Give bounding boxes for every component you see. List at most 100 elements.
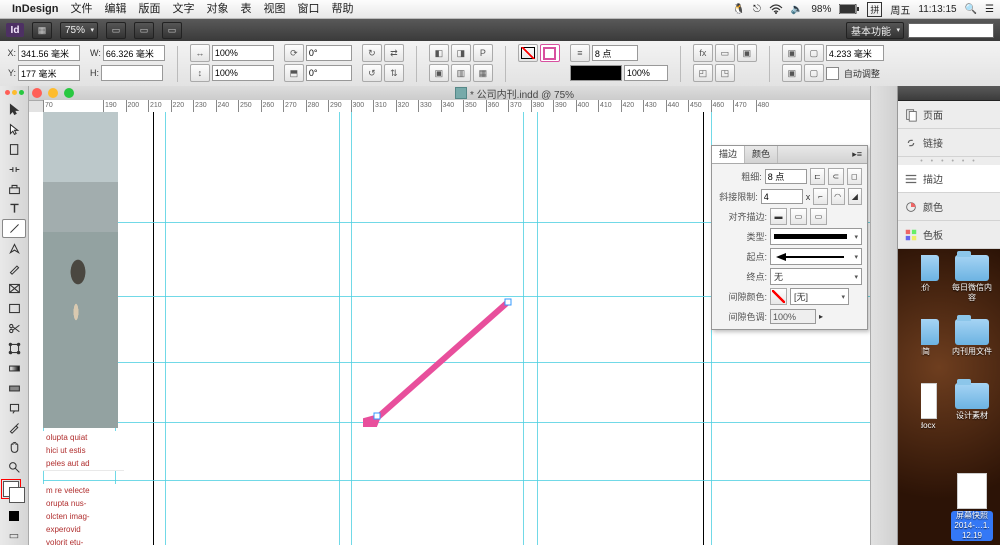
menu-layout[interactable]: 版面 (138, 0, 160, 18)
fit-frame-button[interactable]: ▢ (804, 44, 824, 62)
shear-input[interactable] (306, 65, 352, 81)
object-button-4[interactable]: ▣ (429, 64, 449, 82)
scissors-tool[interactable] (2, 319, 26, 338)
align-center-button[interactable]: ▬ (770, 208, 787, 225)
y-position-input[interactable] (18, 65, 80, 81)
menu-table[interactable]: 表 (240, 0, 251, 18)
object-button-6[interactable]: ▦ (473, 64, 493, 82)
stroke-tab[interactable]: 描边 (712, 146, 745, 163)
scale-y-input[interactable] (212, 65, 274, 81)
view-mode-button[interactable]: ▭ (2, 526, 26, 545)
desktop-item[interactable]: 内刊用文件 (951, 319, 993, 357)
fill-frame-button[interactable]: ▢ (804, 64, 824, 82)
cap-square-button[interactable]: ◻ (847, 168, 862, 185)
wrap-none-button[interactable]: ▭ (715, 44, 735, 62)
fit-content-button[interactable]: ▣ (782, 44, 802, 62)
menu-edit[interactable]: 编辑 (104, 0, 126, 18)
text-line[interactable]: olcten imag- (43, 510, 124, 524)
text-line[interactable]: olupta quiat (43, 431, 124, 445)
corner-button-2[interactable]: ◳ (715, 64, 735, 82)
text-line[interactable]: experovid (43, 523, 124, 537)
links-panel-button[interactable]: 链接 (898, 129, 1000, 157)
color-panel-button[interactable]: 颜色 (898, 193, 1000, 221)
menu-type[interactable]: 文字 (172, 0, 194, 18)
gap-color-select[interactable]: [无] (790, 288, 849, 305)
scale-x-input[interactable] (212, 45, 274, 61)
qq-icon[interactable]: 🐧 (733, 4, 745, 15)
stroke-end-select[interactable]: 无 (770, 268, 862, 285)
note-tool[interactable] (2, 399, 26, 418)
rotate-ccw-button[interactable]: ↺ (362, 64, 382, 82)
menu-window[interactable]: 窗口 (297, 0, 319, 18)
bluetooth-icon[interactable]: ⎋ (753, 4, 761, 15)
desktop-item[interactable]: 报价 (901, 255, 943, 293)
line-tool[interactable] (2, 219, 26, 238)
menu-help[interactable]: 帮助 (331, 0, 353, 18)
panel-menu-button[interactable]: ▸≡ (847, 146, 867, 163)
pages-panel-button[interactable]: 页面 (898, 101, 1000, 129)
image-frame[interactable] (43, 112, 118, 428)
swatches-panel-button[interactable]: 色板 (898, 221, 1000, 249)
align-inside-button[interactable]: ▭ (790, 208, 807, 225)
screen-mode-button[interactable]: ▭ (134, 22, 154, 39)
rotate-input[interactable] (306, 45, 352, 61)
cap-butt-button[interactable]: ⊏ (810, 168, 825, 185)
effects-button[interactable]: fx (693, 44, 713, 62)
object-button-1[interactable]: ◧ (429, 44, 449, 62)
stroke-panel-button[interactable]: 描边 (898, 165, 1000, 193)
stroke-type-select[interactable] (770, 228, 862, 245)
rotate-cw-button[interactable]: ↻ (362, 44, 382, 62)
gap-color-swatch[interactable] (770, 288, 787, 305)
wrap-around-button[interactable]: ▣ (737, 44, 757, 62)
volume-icon[interactable]: 🔈 (791, 4, 803, 15)
bridge-button[interactable]: ▦ (32, 22, 52, 39)
menu-view[interactable]: 视图 (263, 0, 285, 18)
desktop-item[interactable]: 屏幕快照2014-…1.12.19 (951, 473, 993, 541)
free-transform-tool[interactable] (2, 339, 26, 358)
desktop-item[interactable]: 设计素材 (951, 383, 993, 421)
apply-color-button[interactable] (2, 506, 26, 525)
weekday[interactable]: 周五 (890, 2, 910, 17)
opacity-input[interactable] (624, 65, 668, 81)
object-button-2[interactable]: ◨ (451, 44, 471, 62)
wifi-icon[interactable] (769, 4, 783, 14)
corner-button[interactable]: ◰ (693, 64, 713, 82)
color-tab[interactable]: 颜色 (745, 146, 778, 163)
pencil-tool[interactable] (2, 259, 26, 278)
gap-input[interactable] (826, 45, 884, 61)
gradient-swatch-tool[interactable] (2, 359, 26, 378)
flip-v-button[interactable]: ⇅ (384, 64, 404, 82)
flip-h-button[interactable]: ⇄ (384, 44, 404, 62)
spotlight-icon[interactable]: 🔍 (965, 4, 977, 15)
clock[interactable]: 11:13:15 (918, 4, 956, 15)
text-line[interactable]: m re velecte (43, 484, 124, 498)
eyedropper-tool[interactable] (2, 419, 26, 438)
object-button-5[interactable]: ▥ (451, 64, 471, 82)
stroke-swatch[interactable] (540, 44, 560, 62)
pen-tool[interactable] (2, 239, 26, 258)
view-options-button[interactable]: ▭ (106, 22, 126, 39)
width-input[interactable] (103, 45, 165, 61)
type-tool[interactable] (2, 200, 26, 219)
desktop-item[interactable]: 每日微信内容 (951, 255, 993, 303)
hand-tool[interactable] (2, 438, 26, 457)
workspace-select[interactable]: 基本功能 (846, 22, 904, 39)
battery-icon[interactable] (839, 4, 859, 14)
panel-dock-strip[interactable] (870, 86, 897, 545)
rectangle-tool[interactable] (2, 299, 26, 318)
rectangle-frame-tool[interactable] (2, 279, 26, 298)
object-button-3[interactable]: P (473, 44, 493, 62)
fill-swatch[interactable] (518, 44, 538, 62)
ime-indicator[interactable]: 拼 (867, 2, 882, 17)
selected-line-object[interactable] (363, 297, 513, 427)
center-content-button[interactable]: ▣ (782, 64, 802, 82)
join-miter-button[interactable]: ⌐ (813, 188, 827, 205)
miter-field[interactable] (761, 189, 803, 204)
menu-file[interactable]: 文件 (70, 0, 92, 18)
zoom-tool[interactable] (2, 458, 26, 477)
text-line[interactable]: hici ut estis (43, 444, 124, 458)
gradient-feather-tool[interactable] (2, 379, 26, 398)
stroke-style-select[interactable] (570, 65, 622, 81)
search-help-input[interactable] (908, 23, 994, 38)
desktop-item[interactable]: ….docx (901, 383, 943, 431)
